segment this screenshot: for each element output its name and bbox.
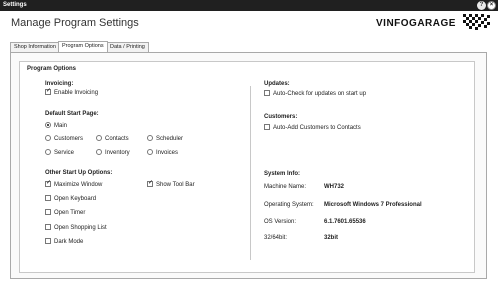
startup-option-label: Open Shopping List: [54, 225, 107, 231]
radio-icon: [45, 135, 51, 141]
checkbox-checked-icon: [147, 180, 153, 187]
checkbox-icon: [264, 124, 270, 130]
close-button[interactable]: ×: [487, 1, 496, 10]
radio-icon: [147, 135, 153, 141]
program-options-group: Program Options Invoicing: Enable Invoic…: [19, 61, 475, 273]
customers-label: Customers:: [264, 114, 298, 120]
dark-mode-checkbox[interactable]: Dark Mode: [45, 238, 83, 246]
start-page-radio-contacts[interactable]: Contacts: [96, 135, 129, 143]
maximize-window-checkbox[interactable]: Maximize Window: [45, 180, 103, 189]
radio-icon: [45, 149, 51, 155]
startup-option-label: Open Keyboard: [54, 196, 97, 202]
checkered-flag-icon: [463, 14, 490, 30]
window-title: Settings: [3, 2, 27, 8]
os-version-key: OS Version:: [264, 219, 297, 225]
system-info-label: System Info:: [264, 171, 301, 177]
radio-icon: [96, 135, 102, 141]
start-page-option-label: Inventory: [105, 150, 130, 156]
auto-check-updates-checkbox[interactable]: Auto-Check for updates on start up: [264, 90, 366, 98]
startup-option-label: Dark Mode: [54, 239, 84, 245]
help-button[interactable]: ?: [477, 1, 486, 10]
start-page-option-label: Customers: [54, 136, 84, 142]
start-page-radio-main[interactable]: Main: [45, 122, 67, 130]
machine-name-value: WH732: [324, 184, 345, 190]
title-bar: Settings ? ×: [0, 0, 498, 11]
show-tool-bar-checkbox[interactable]: Show Tool Bar: [147, 180, 195, 189]
tab-program-options[interactable]: Program Options: [58, 41, 108, 52]
default-start-page-label: Default Start Page:: [45, 111, 99, 117]
startup-option-label: Maximize Window: [54, 182, 103, 188]
updates-label: Updates:: [264, 81, 290, 87]
architecture-key: 32/64bit:: [264, 235, 288, 241]
start-page-option-label: Service: [54, 150, 75, 156]
start-page-option-label: Scheduler: [156, 136, 184, 142]
architecture-value: 32bit: [324, 235, 339, 241]
checkbox-icon: [264, 90, 270, 96]
tab-shop-information[interactable]: Shop Information: [10, 42, 60, 52]
start-page-radio-scheduler[interactable]: Scheduler: [147, 135, 183, 143]
radio-icon: [96, 149, 102, 155]
machine-name-key: Machine Name:: [264, 184, 307, 190]
radio-selected-icon: [45, 122, 51, 128]
page-title: Manage Program Settings: [11, 17, 139, 29]
operating-system-key: Operating System:: [264, 202, 314, 208]
startup-options-label: Other Start Up Options:: [45, 170, 113, 176]
enable-invoicing-checkbox[interactable]: Enable Invoicing: [45, 88, 99, 97]
invoicing-label: Invoicing:: [45, 81, 74, 87]
checkbox-icon: [45, 224, 51, 230]
open-shopping-list-checkbox[interactable]: Open Shopping List: [45, 224, 107, 232]
checkbox-checked-icon: [45, 180, 51, 187]
operating-system-value: Microsoft Windows 7 Professional: [324, 202, 422, 208]
radio-icon: [147, 149, 153, 155]
checkbox-checked-icon: [45, 88, 51, 95]
group-title: Program Options: [27, 66, 77, 72]
open-timer-checkbox[interactable]: Open Timer: [45, 209, 85, 217]
auto-add-customers-checkbox[interactable]: Auto-Add Customers to Contacts: [264, 124, 361, 132]
os-version-value: 6.1.7601.65536: [324, 219, 366, 225]
start-page-option-label: Invoices: [156, 150, 179, 156]
checkbox-icon: [45, 209, 51, 215]
start-page-radio-invoices[interactable]: Invoices: [147, 149, 178, 157]
checkbox-icon: [45, 195, 51, 201]
start-page-option-label: Main: [54, 123, 68, 129]
startup-option-label: Show Tool Bar: [156, 182, 195, 188]
tab-panel: Program Options Invoicing: Enable Invoic…: [10, 52, 487, 279]
enable-invoicing-label: Enable Invoicing: [54, 90, 99, 96]
start-page-option-label: Contacts: [105, 136, 129, 142]
logo-text: VINFOGARAGE: [376, 18, 456, 29]
vinfogarage-logo: VINFOGARAGE: [376, 12, 494, 34]
auto-check-updates-label: Auto-Check for updates on start up: [273, 91, 367, 97]
startup-option-label: Open Timer: [54, 210, 86, 216]
auto-add-customers-label: Auto-Add Customers to Contacts: [273, 125, 361, 131]
column-divider: [250, 86, 251, 260]
start-page-radio-customers[interactable]: Customers: [45, 135, 83, 143]
open-keyboard-checkbox[interactable]: Open Keyboard: [45, 195, 96, 203]
start-page-radio-service[interactable]: Service: [45, 149, 74, 157]
checkbox-icon: [45, 238, 51, 244]
start-page-radio-inventory[interactable]: Inventory: [96, 149, 130, 157]
tab-data-printing[interactable]: Data / Printing: [106, 42, 149, 52]
